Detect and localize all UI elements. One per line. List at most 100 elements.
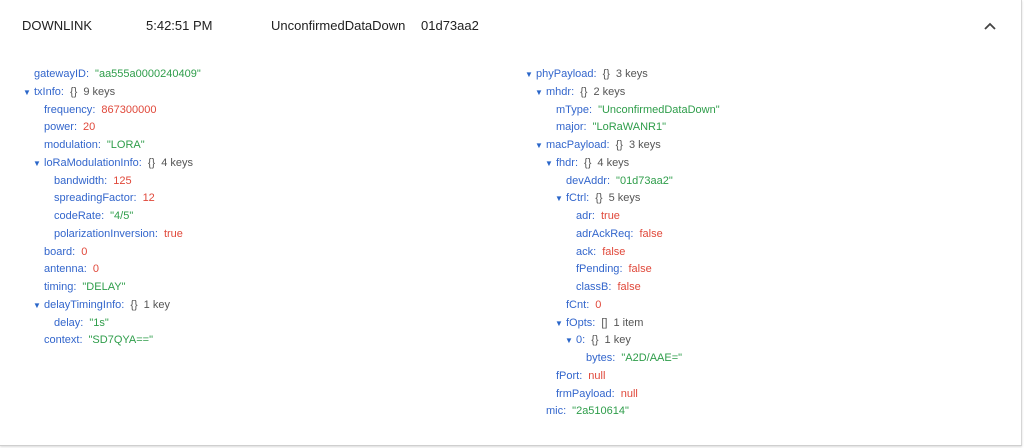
json-colon: : bbox=[154, 227, 158, 240]
json-type-indicator: {} bbox=[147, 156, 156, 169]
json-colon: : bbox=[73, 281, 77, 293]
json-key: mhdr bbox=[546, 85, 572, 98]
json-key: delayTimingInfo bbox=[44, 298, 122, 311]
json-value: 20 bbox=[83, 121, 96, 134]
json-colon: : bbox=[608, 281, 612, 293]
json-count: 2 keys bbox=[593, 85, 626, 98]
json-key: delay bbox=[54, 316, 81, 329]
json-key: frequency bbox=[44, 103, 93, 116]
caret-down-icon[interactable]: ▼ bbox=[554, 315, 564, 333]
json-key: fPending bbox=[576, 263, 620, 276]
caret-down-icon[interactable]: ▼ bbox=[22, 84, 32, 102]
json-value: "LORA" bbox=[106, 139, 145, 151]
json-value: 0 bbox=[81, 245, 88, 258]
json-key: frmPayload bbox=[556, 387, 612, 400]
json-count: 1 key bbox=[604, 334, 631, 347]
json-colon: : bbox=[97, 139, 101, 151]
json-key: polarizationInversion bbox=[54, 227, 155, 240]
json-colon: : bbox=[582, 334, 586, 347]
json-value: null bbox=[588, 369, 606, 382]
json-type-indicator: [] bbox=[601, 316, 608, 329]
json-colon: : bbox=[574, 156, 579, 169]
json-type-indicator: {} bbox=[580, 85, 588, 98]
json-colon: : bbox=[586, 298, 590, 311]
json-key: fOpts bbox=[566, 316, 593, 329]
json-type-indicator: {} bbox=[69, 85, 78, 98]
caret-down-icon[interactable]: ▼ bbox=[564, 332, 574, 350]
json-colon: : bbox=[563, 405, 567, 418]
json-value: "1s" bbox=[89, 316, 109, 329]
json-colon: : bbox=[579, 369, 583, 382]
json-colon: : bbox=[586, 192, 590, 205]
json-key: fPort bbox=[556, 369, 580, 382]
caret-down-icon[interactable]: ▼ bbox=[32, 297, 42, 315]
json-value: "LoRaWANR1" bbox=[592, 121, 667, 134]
json-value: "4/5" bbox=[110, 210, 134, 222]
json-colon: : bbox=[611, 387, 615, 400]
json-colon: : bbox=[133, 192, 137, 205]
json-colon: : bbox=[592, 316, 596, 329]
json-value: true bbox=[600, 210, 620, 222]
json-key: mic bbox=[546, 405, 564, 418]
json-key: bandwidth bbox=[54, 174, 105, 187]
caret-down-icon[interactable]: ▼ bbox=[32, 155, 42, 173]
json-colon: : bbox=[80, 316, 84, 329]
json-count: 9 keys bbox=[83, 85, 116, 98]
json-count: 1 item bbox=[613, 316, 644, 329]
json-colon: : bbox=[583, 121, 587, 134]
json-colon: : bbox=[630, 227, 634, 240]
caret-down-icon[interactable]: ▼ bbox=[534, 84, 544, 102]
json-key: timing bbox=[44, 281, 74, 293]
caret-down-icon[interactable]: ▼ bbox=[544, 155, 554, 173]
json-colon: : bbox=[73, 121, 78, 134]
json-count: 3 keys bbox=[628, 139, 661, 151]
json-key: adr bbox=[576, 210, 592, 222]
json-colon: : bbox=[92, 103, 96, 116]
json-key: gatewayID bbox=[34, 68, 86, 80]
json-key: fCtrl bbox=[566, 192, 587, 205]
json-type-indicator: {} bbox=[584, 156, 592, 169]
caret-down-icon[interactable]: ▼ bbox=[524, 66, 534, 84]
json-colon: : bbox=[593, 245, 597, 258]
json-colon: : bbox=[606, 139, 610, 151]
json-count: 1 key bbox=[143, 298, 170, 311]
json-type-indicator: {} bbox=[595, 192, 603, 205]
json-value: false bbox=[639, 227, 663, 240]
json-key: fCnt bbox=[566, 298, 587, 311]
json-value: "UnconfirmedDataDown" bbox=[598, 103, 720, 116]
caret-down-icon[interactable]: ▼ bbox=[534, 137, 544, 155]
json-value: 0 bbox=[595, 298, 602, 311]
json-key: txInfo bbox=[34, 85, 61, 98]
json-value: "2a510614" bbox=[572, 405, 629, 418]
json-key: adrAckReq bbox=[576, 227, 631, 240]
json-value: "SD7QYA==" bbox=[88, 334, 154, 347]
json-value: 125 bbox=[113, 174, 132, 187]
json-count: 3 keys bbox=[615, 68, 648, 80]
json-key: spreadingFactor bbox=[54, 192, 134, 205]
json-value: true bbox=[163, 227, 183, 240]
json-key: fhdr bbox=[556, 156, 575, 169]
type-label: UnconfirmedDataDown bbox=[271, 18, 406, 33]
json-key: board bbox=[44, 245, 73, 258]
json-colon: : bbox=[72, 245, 76, 258]
json-type-indicator: {} bbox=[615, 139, 623, 151]
json-type-indicator: {} bbox=[130, 298, 138, 311]
chevron-up-icon[interactable] bbox=[980, 16, 1000, 36]
json-key: bytes bbox=[586, 352, 613, 364]
frame-header[interactable]: DOWNLINK 5:42:51 PM UnconfirmedDataDown … bbox=[0, 0, 1021, 52]
time-label: 5:42:51 PM bbox=[146, 18, 213, 33]
json-colon: : bbox=[60, 85, 64, 98]
devaddr-label: 01d73aa2 bbox=[421, 18, 479, 33]
json-colon: : bbox=[104, 174, 108, 187]
json-count: 4 keys bbox=[597, 156, 630, 169]
json-colon: : bbox=[589, 103, 593, 116]
json-count: 5 keys bbox=[608, 192, 641, 205]
json-type-indicator: {} bbox=[591, 334, 599, 347]
json-colon: : bbox=[591, 210, 595, 222]
json-colon: : bbox=[121, 298, 125, 311]
json-colon: : bbox=[619, 263, 623, 276]
caret-down-icon[interactable]: ▼ bbox=[554, 190, 564, 208]
json-colon: : bbox=[612, 352, 616, 364]
json-key: antenna bbox=[44, 263, 84, 276]
json-key: classB bbox=[576, 281, 609, 293]
